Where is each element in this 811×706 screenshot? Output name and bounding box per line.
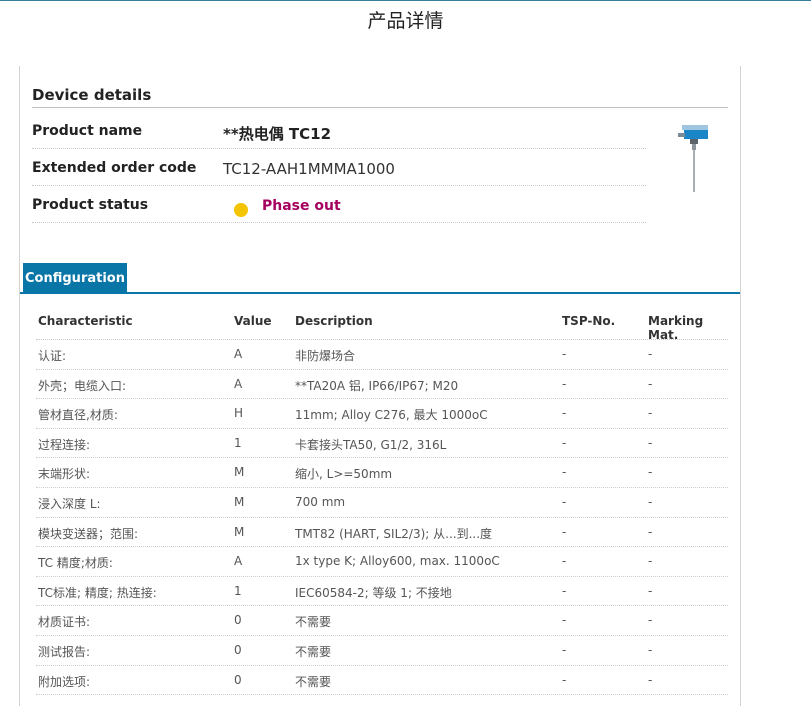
value-cell: M <box>234 524 245 539</box>
marking-mat-cell: - <box>648 583 653 598</box>
table-row: 末端形状: M 缩小, L>=50mm - - <box>36 458 728 488</box>
tsp-no-cell: - <box>562 613 567 628</box>
description-cell: 700 mm <box>295 494 346 509</box>
characteristic-cell: 过程连接: <box>38 437 91 452</box>
description-cell: **TA20A 铝, IP66/IP67; M20 <box>295 378 459 393</box>
table-body: 认证: A 非防爆场合 - - 外壳；电缆入口: A **TA20A 铝, IP66/IP67… <box>36 340 728 696</box>
characteristic-cell: 浸入深度 L: <box>38 496 101 511</box>
marking-mat-cell: - <box>648 613 653 628</box>
product-status-label: Product status <box>32 197 149 213</box>
table-row: 浸入深度 L: M 700 mm - - <box>36 488 728 518</box>
marking-mat-cell: - <box>648 465 653 480</box>
description-cell: TMT82 (HART, SIL2/3); 从...到...度 <box>295 526 493 541</box>
value-cell: 0 <box>234 642 242 657</box>
description-cell: 非防爆场合 <box>295 349 356 363</box>
characteristic-cell: 认证: <box>38 349 67 363</box>
product-status-value: Phase out <box>262 198 341 214</box>
value-cell: M <box>234 494 245 509</box>
top-divider <box>0 0 811 1</box>
tsp-no-cell: - <box>562 406 567 421</box>
value-cell: 1 <box>234 583 242 598</box>
device-details-heading: Device details <box>32 86 152 104</box>
tsp-no-cell: - <box>562 672 567 687</box>
marking-mat-cell: - <box>648 347 653 361</box>
tsp-no-cell: - <box>562 376 567 391</box>
tsp-no-cell: - <box>562 583 567 598</box>
table-row: 测试报告: 0 不需要 - - <box>36 636 728 666</box>
tab-configuration[interactable]: Configuration <box>23 263 127 294</box>
page-title: 产品详情 <box>367 10 444 32</box>
column-header-marking-mat: Marking Mat. <box>648 314 704 342</box>
value-cell: A <box>234 347 243 361</box>
marking-mat-cell: - <box>648 376 653 391</box>
description-cell: 1x type K; Alloy600, max. 1100oC <box>295 554 500 569</box>
tsp-no-cell: - <box>562 642 567 657</box>
column-header-characteristic: Characteristic <box>38 314 133 328</box>
table-row: 外壳；电缆入口: A **TA20A 铝, IP66/IP67; M20 - - <box>36 370 728 400</box>
marking-mat-cell: - <box>648 406 653 421</box>
table-row: 材质证书: 0 不需要 - - <box>36 606 728 636</box>
table-row: 模块变送器；范围: M TMT82 (HART, SIL2/3); 从...到...… <box>36 518 728 548</box>
characteristic-cell: 外壳；电缆入口: <box>38 378 127 393</box>
characteristic-cell: 模块变送器；范围: <box>38 526 139 541</box>
characteristic-cell: 材质证书: <box>38 615 91 630</box>
table-row: TC 精度;材质: A 1x type K; Alloy600, max. 1100… <box>36 547 728 577</box>
table-row: 认证: A 非防爆场合 - - <box>36 340 728 370</box>
product-detail-card: Device details Product name **热电偶 TC12 E… <box>19 66 741 706</box>
product-status-row: Product status Phase out <box>32 186 646 223</box>
column-header-value: Value <box>234 314 272 328</box>
tsp-no-cell: - <box>562 494 567 509</box>
value-cell: 0 <box>234 613 242 628</box>
marking-mat-cell: - <box>648 524 653 539</box>
tsp-no-cell: - <box>562 347 567 361</box>
tsp-no-cell: - <box>562 435 567 450</box>
value-cell: 0 <box>234 672 242 687</box>
marking-mat-cell: - <box>648 435 653 450</box>
value-cell: A <box>234 376 243 391</box>
description-cell: 不需要 <box>295 644 332 659</box>
thermocouple-product-image <box>676 124 716 194</box>
description-cell: 11mm; Alloy C276, 最大 1000oC <box>295 408 488 423</box>
value-cell: H <box>234 406 244 421</box>
table-header: Characteristic Value Description TSP-No.… <box>36 306 728 342</box>
marking-mat-cell: - <box>648 672 653 687</box>
table-row: 管材直径,材质: H 11mm; Alloy C276, 最大 1000oC - - <box>36 399 728 429</box>
tsp-no-cell: - <box>562 524 567 539</box>
tsp-no-cell: - <box>562 554 567 569</box>
table-row: 附加选项: 0 不需要 - - <box>36 666 728 696</box>
description-cell: 缩小, L>=50mm <box>295 467 393 482</box>
order-code-row: Extended order code TC12-AAH1MMMA1000 <box>32 149 646 186</box>
status-indicator-icon <box>234 203 248 217</box>
order-code-value: TC12-AAH1MMMA1000 <box>223 160 395 178</box>
product-name-row: Product name **热电偶 TC12 <box>32 112 646 149</box>
description-cell: 不需要 <box>295 674 332 689</box>
description-cell: 不需要 <box>295 615 332 630</box>
characteristic-cell: 测试报告: <box>38 644 91 659</box>
value-cell: A <box>234 554 243 569</box>
value-cell: M <box>234 465 245 480</box>
order-code-label: Extended order code <box>32 160 197 176</box>
marking-mat-cell: - <box>648 554 653 569</box>
value-cell: 1 <box>234 435 242 450</box>
marking-mat-cell: - <box>648 494 653 509</box>
description-cell: 卡套接头TA50, G1/2, 316L <box>295 437 447 452</box>
description-cell: IEC60584-2; 等级 1; 不接地 <box>295 585 452 600</box>
device-details-divider <box>32 107 728 108</box>
tsp-no-cell: - <box>562 465 567 480</box>
characteristic-cell: TC 精度;材质: <box>38 556 113 571</box>
characteristic-cell: 末端形状: <box>38 467 91 482</box>
configuration-table: Characteristic Value Description TSP-No.… <box>36 306 728 696</box>
column-header-description: Description <box>295 314 373 328</box>
column-header-tsp-no: TSP-No. <box>562 314 616 328</box>
characteristic-cell: TC标准; 精度; 热连接: <box>38 585 157 600</box>
product-name-value: **热电偶 TC12 <box>223 125 332 143</box>
table-row: 过程连接: 1 卡套接头TA50, G1/2, 316L - - <box>36 429 728 459</box>
marking-mat-cell: - <box>648 642 653 657</box>
configuration-divider <box>20 292 740 294</box>
table-row: TC标准; 精度; 热连接: 1 IEC60584-2; 等级 1; 不接地 - - <box>36 577 728 607</box>
characteristic-cell: 管材直径,材质: <box>38 408 118 423</box>
characteristic-cell: 附加选项: <box>38 674 91 689</box>
product-name-label: Product name <box>32 123 143 139</box>
